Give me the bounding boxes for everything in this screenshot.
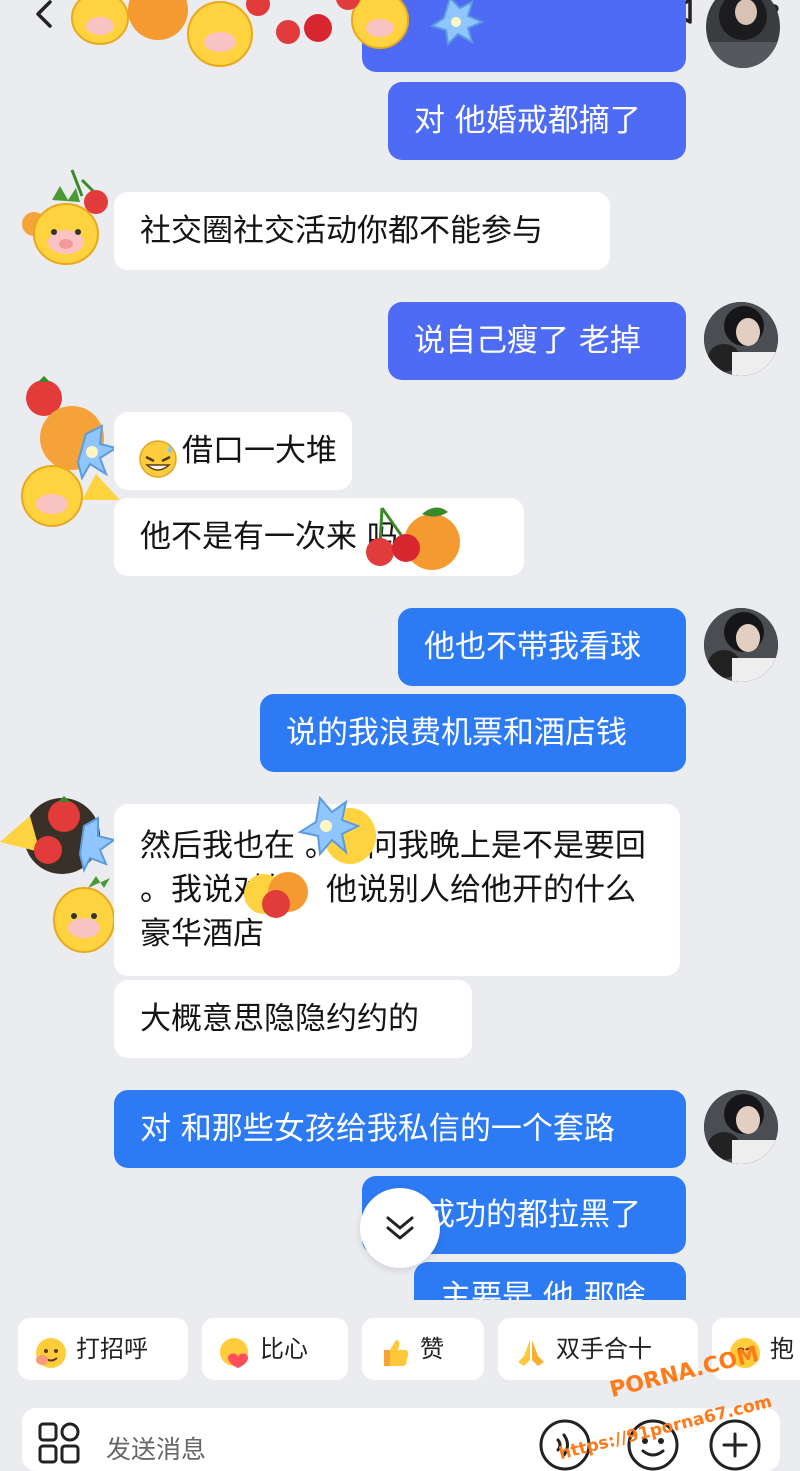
chip-label: 比心 (260, 1335, 308, 1363)
message-bubble-theirs[interactable]: 借口一大堆 (114, 412, 352, 490)
my-avatar[interactable] (704, 1090, 778, 1164)
message-bubble-partial (362, 0, 686, 72)
double-chevron-down-icon (386, 1216, 414, 1240)
pineapple-sticker-icon (22, 169, 108, 265)
contact-avatar[interactable] (12, 376, 120, 527)
message-input-bar: 发送消息 (0, 1400, 800, 1471)
fruit-sticker-icon (0, 796, 117, 953)
quick-reply-wave[interactable]: 打招呼 (18, 1318, 188, 1380)
message-bubble-mine[interactable]: 对 他婚戒都摘了 (388, 82, 686, 160)
message-bubble-mine[interactable]: 对 和那些女孩给我私信的一个套路 (114, 1090, 686, 1168)
back-arrow-icon[interactable] (30, 0, 64, 34)
wave-emoji-icon (34, 1331, 68, 1368)
my-avatar[interactable] (704, 608, 778, 682)
quick-reply-heart-hands[interactable]: 比心 (202, 1318, 348, 1380)
message-bubble-theirs[interactable]: 他不是有一次来 吗。 (114, 498, 524, 576)
input-placeholder: 发送消息 (106, 1435, 207, 1464)
chip-label: 赞 (420, 1335, 444, 1363)
contact-avatar[interactable] (22, 166, 108, 265)
message-bubble-theirs[interactable]: 大概意思隐隐约约的 (114, 980, 472, 1058)
message-bubble-mine[interactable]: 主要是 他 那啥 (414, 1262, 686, 1300)
my-avatar-partial[interactable] (706, 0, 780, 68)
chip-label: 双手合十 (556, 1335, 652, 1363)
message-bubble-mine[interactable]: 说自己瘦了 老掉 (388, 302, 686, 380)
apps-grid-icon[interactable] (38, 1422, 82, 1466)
grin-sweat-emoji-icon (138, 430, 178, 478)
heart-hands-emoji-icon (218, 1331, 252, 1368)
folded-hands-emoji-icon (514, 1331, 548, 1366)
thumbs-up-emoji-icon (378, 1331, 412, 1366)
message-bubble-theirs[interactable]: 然后我也在 。他问我晚上是不是要回 。我说对的。他说别人给他开的什么豪华酒店 (114, 804, 680, 976)
add-icon[interactable] (708, 1418, 762, 1471)
contact-avatar[interactable] (0, 792, 117, 953)
my-avatar[interactable] (704, 302, 778, 376)
chip-label: 打招呼 (76, 1335, 148, 1363)
message-bubble-mine[interactable]: 说的我浪费机票和酒店钱 (260, 694, 686, 772)
message-text: 借口一大堆 (182, 433, 337, 469)
message-bubble-mine[interactable]: 他也不带我看球 (398, 608, 686, 686)
message-bubble-theirs[interactable]: 社交圈社交活动你都不能参与 (114, 192, 610, 270)
chip-label: 抱 (770, 1335, 794, 1363)
scroll-to-bottom-button[interactable] (360, 1188, 440, 1268)
quick-reply-thumbs-up[interactable]: 赞 (362, 1318, 484, 1380)
fruit-sticker-icon (21, 376, 120, 527)
